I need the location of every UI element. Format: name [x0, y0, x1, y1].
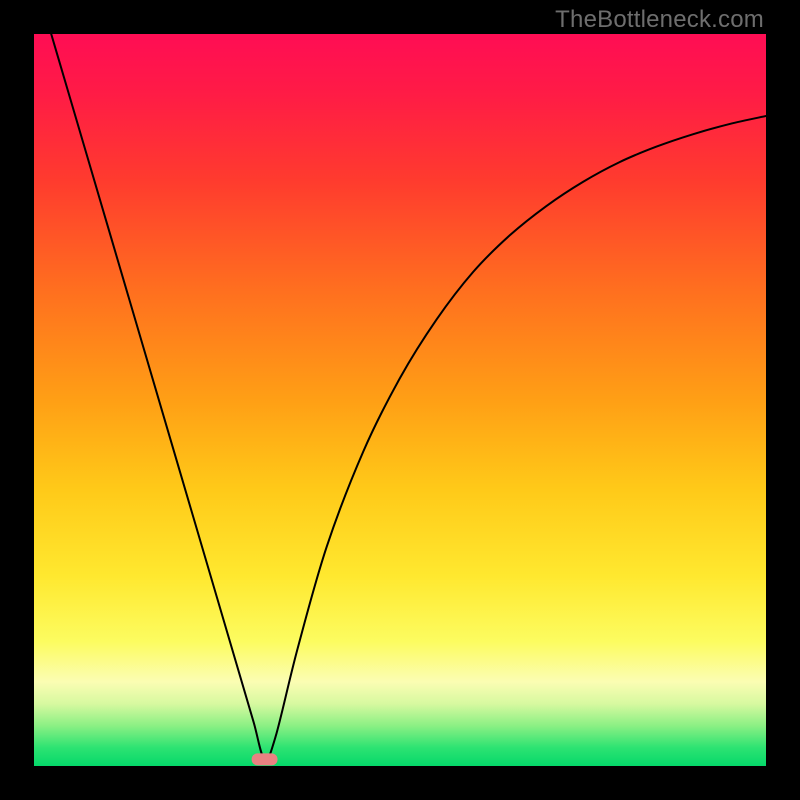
gradient-background [34, 34, 766, 766]
optimum-marker [252, 753, 278, 765]
chart-svg [34, 34, 766, 766]
watermark-text: TheBottleneck.com [555, 6, 764, 34]
chart-area [34, 34, 766, 766]
